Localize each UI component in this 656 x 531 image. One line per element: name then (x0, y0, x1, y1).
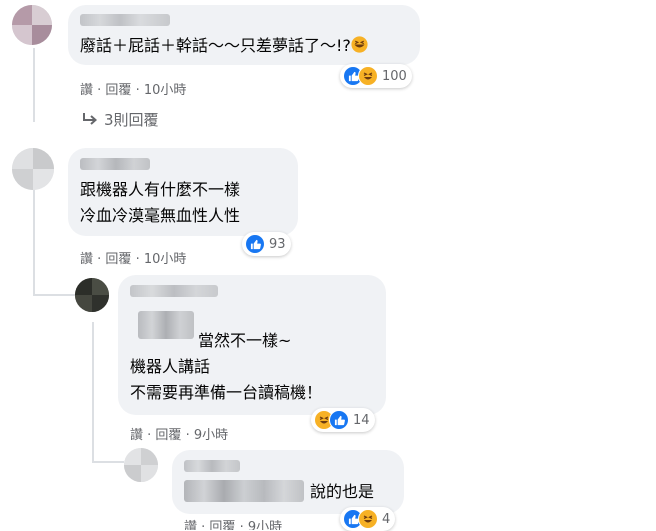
comment-text-line: 不需要再準備一台讀稿機！ (130, 383, 323, 402)
comment-text-line: 冷血冷漠毫無血性人性 (80, 206, 241, 225)
timestamp[interactable]: 10小時 (144, 79, 187, 98)
timestamp[interactable]: 9小時 (194, 424, 228, 443)
haha-icon (358, 509, 378, 529)
comment-bubble: 當然不一樣~ 機器人講話 不需要再準備一台讀稿機！ (118, 275, 386, 415)
like-action[interactable]: 讚 (184, 516, 197, 530)
comment-actions: 讚 · 回覆 · 9小時 (184, 516, 282, 530)
comment-bubble: 廢話＋屁話＋幹話～～只差夢話了～!? (68, 5, 420, 65)
thread-line (33, 190, 35, 296)
avatar[interactable] (124, 448, 158, 482)
thread-line (33, 48, 35, 122)
reaction-summary[interactable]: 4 (340, 507, 396, 531)
reaction-count: 100 (382, 68, 407, 84)
comment-actions: 讚 · 回覆 · 10小時 (80, 248, 186, 267)
reaction-summary[interactable]: 100 (340, 64, 412, 88)
comment-bubble: 跟機器人有什麼不一樣 冷血冷漠毫無血性人性 (68, 148, 298, 236)
reply-action[interactable]: 回覆 (209, 516, 235, 530)
mention-blurred[interactable] (184, 480, 304, 502)
reply-arrow-icon (82, 112, 98, 130)
grinning-emoji-icon (351, 36, 368, 60)
like-action[interactable]: 讚 (80, 79, 93, 98)
reaction-summary[interactable]: 93 (242, 232, 291, 256)
reaction-count: 93 (269, 236, 286, 252)
timestamp[interactable]: 10小時 (144, 248, 187, 267)
avatar[interactable] (12, 148, 54, 190)
comment-actions: 讚 · 回覆 · 10小時 (80, 79, 186, 98)
reaction-count: 14 (353, 412, 370, 428)
mention-blurred[interactable] (138, 311, 194, 339)
reply-action[interactable]: 回覆 (155, 424, 181, 443)
thread-line (92, 461, 124, 463)
author-name-blurred[interactable] (80, 14, 170, 26)
comment-text-line: 當然不一樣~ (198, 331, 292, 350)
reaction-count: 4 (382, 511, 391, 527)
comment-text: 廢話＋屁話＋幹話～～只差夢話了～!? (80, 34, 368, 60)
haha-icon (358, 66, 378, 86)
timestamp[interactable]: 9小時 (248, 516, 282, 530)
thread-line (33, 294, 77, 296)
author-name-blurred[interactable] (80, 158, 150, 170)
comment-text-line: 機器人講話 (130, 357, 211, 376)
reply-action[interactable]: 回覆 (105, 79, 131, 98)
comment-bubble: 說的也是 (172, 450, 404, 514)
avatar[interactable] (12, 5, 52, 45)
reaction-summary[interactable]: 14 (311, 408, 375, 432)
comment-text-line: 跟機器人有什麼不一樣 (80, 180, 241, 199)
reply-action[interactable]: 回覆 (105, 248, 131, 267)
like-action[interactable]: 讚 (80, 248, 93, 267)
view-replies-link[interactable]: 3則回覆 (82, 109, 159, 130)
author-name-blurred[interactable] (130, 285, 218, 297)
like-icon (245, 234, 265, 254)
like-action[interactable]: 讚 (130, 424, 143, 443)
author-name-blurred[interactable] (184, 460, 240, 472)
comment-text-line: 說的也是 (310, 482, 375, 501)
thread-line (92, 322, 94, 462)
comment-actions: 讚 · 回覆 · 9小時 (130, 424, 228, 443)
avatar[interactable] (75, 278, 109, 312)
like-icon (329, 410, 349, 430)
